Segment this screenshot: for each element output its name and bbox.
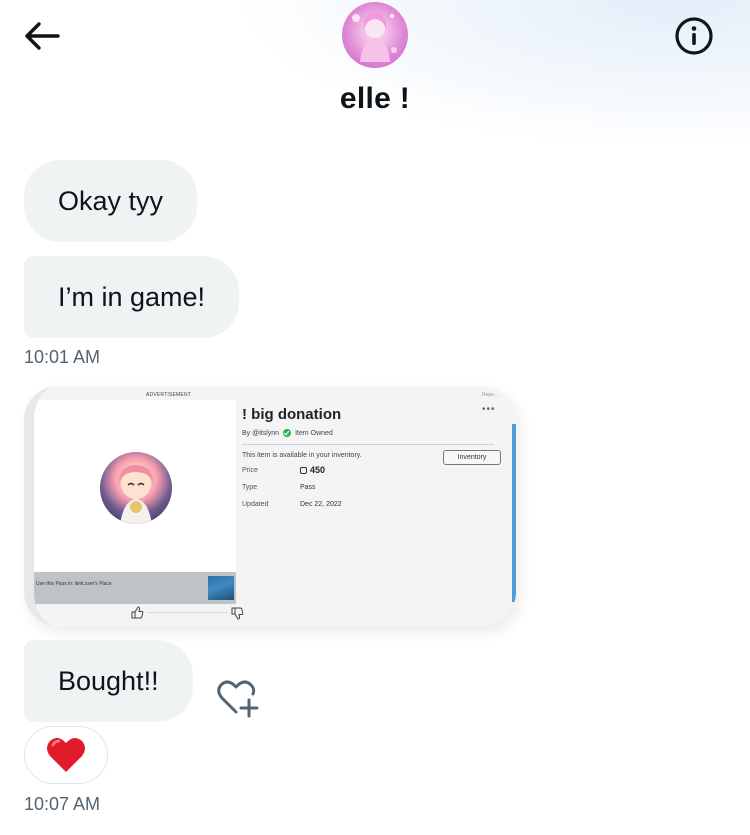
heart-plus-icon: [217, 680, 259, 718]
robux-icon: [300, 467, 307, 474]
place-thumbnail: [208, 576, 234, 600]
updated-label: Updated: [242, 501, 269, 508]
item-owned-label: Item Owned: [295, 429, 333, 437]
message-timestamp: 10:07 AM: [24, 794, 101, 814]
item-title: ! big donation: [242, 406, 342, 423]
inventory-button[interactable]: Inventory: [443, 450, 501, 465]
type-value: Pass: [300, 484, 316, 491]
contact-name[interactable]: elle !: [0, 82, 750, 116]
updated-value: Dec 22, 2022: [300, 501, 342, 508]
type-label: Type: [242, 484, 258, 491]
price-label: Price: [242, 467, 258, 474]
price-value: 450: [310, 465, 326, 475]
divider: [242, 444, 494, 445]
contact-avatar[interactable]: [342, 2, 408, 68]
conversation-info-button[interactable]: [672, 14, 716, 58]
back-button[interactable]: [20, 16, 64, 56]
media-edge: [512, 424, 516, 602]
item-creator-row: By @itslynn Item Owned: [242, 429, 333, 437]
use-pass-text: Use this Pass in: iiimLxser's Place: [36, 581, 112, 587]
message-bubble[interactable]: Okay tyy: [24, 160, 198, 242]
info-circle-icon: [675, 17, 713, 55]
more-options-icon[interactable]: •••: [482, 404, 496, 415]
avatar-image: [352, 12, 397, 62]
item-thumbnail-panel: [34, 400, 236, 572]
message-bubble[interactable]: I’m in game!: [24, 256, 240, 338]
use-pass-bar[interactable]: Use this Pass in: iiimLxser's Place: [34, 572, 236, 604]
item-thumbnail-image: [100, 452, 172, 524]
vote-row: [130, 606, 244, 620]
availability-text: This item is available in your inventory…: [242, 452, 362, 459]
reaction-badge[interactable]: [24, 726, 108, 784]
thumbs-up-icon[interactable]: [130, 606, 144, 620]
checkmark-icon: [283, 429, 292, 437]
price-row: 450: [300, 465, 325, 475]
thumbs-down-icon[interactable]: [230, 606, 244, 620]
media-attachment[interactable]: ADVERTISEMENT Repo... Use this Pass in: …: [24, 386, 516, 626]
add-reaction-button[interactable]: [214, 676, 262, 720]
message-timestamp: 10:01 AM: [24, 347, 101, 367]
report-label: Repo...: [482, 392, 499, 398]
item-creator: By @itslynn: [242, 429, 280, 437]
message-text: I’m in game!: [58, 281, 206, 312]
message-text: Bought!!: [58, 665, 159, 696]
message-text: Okay tyy: [58, 185, 164, 216]
red-heart-emoji-icon: [47, 738, 85, 772]
message-bubble[interactable]: Bought!!: [24, 640, 193, 722]
arrow-left-icon: [25, 22, 60, 50]
ad-label: ADVERTISEMENT: [146, 392, 192, 398]
vote-ratio-bar: [148, 612, 228, 613]
